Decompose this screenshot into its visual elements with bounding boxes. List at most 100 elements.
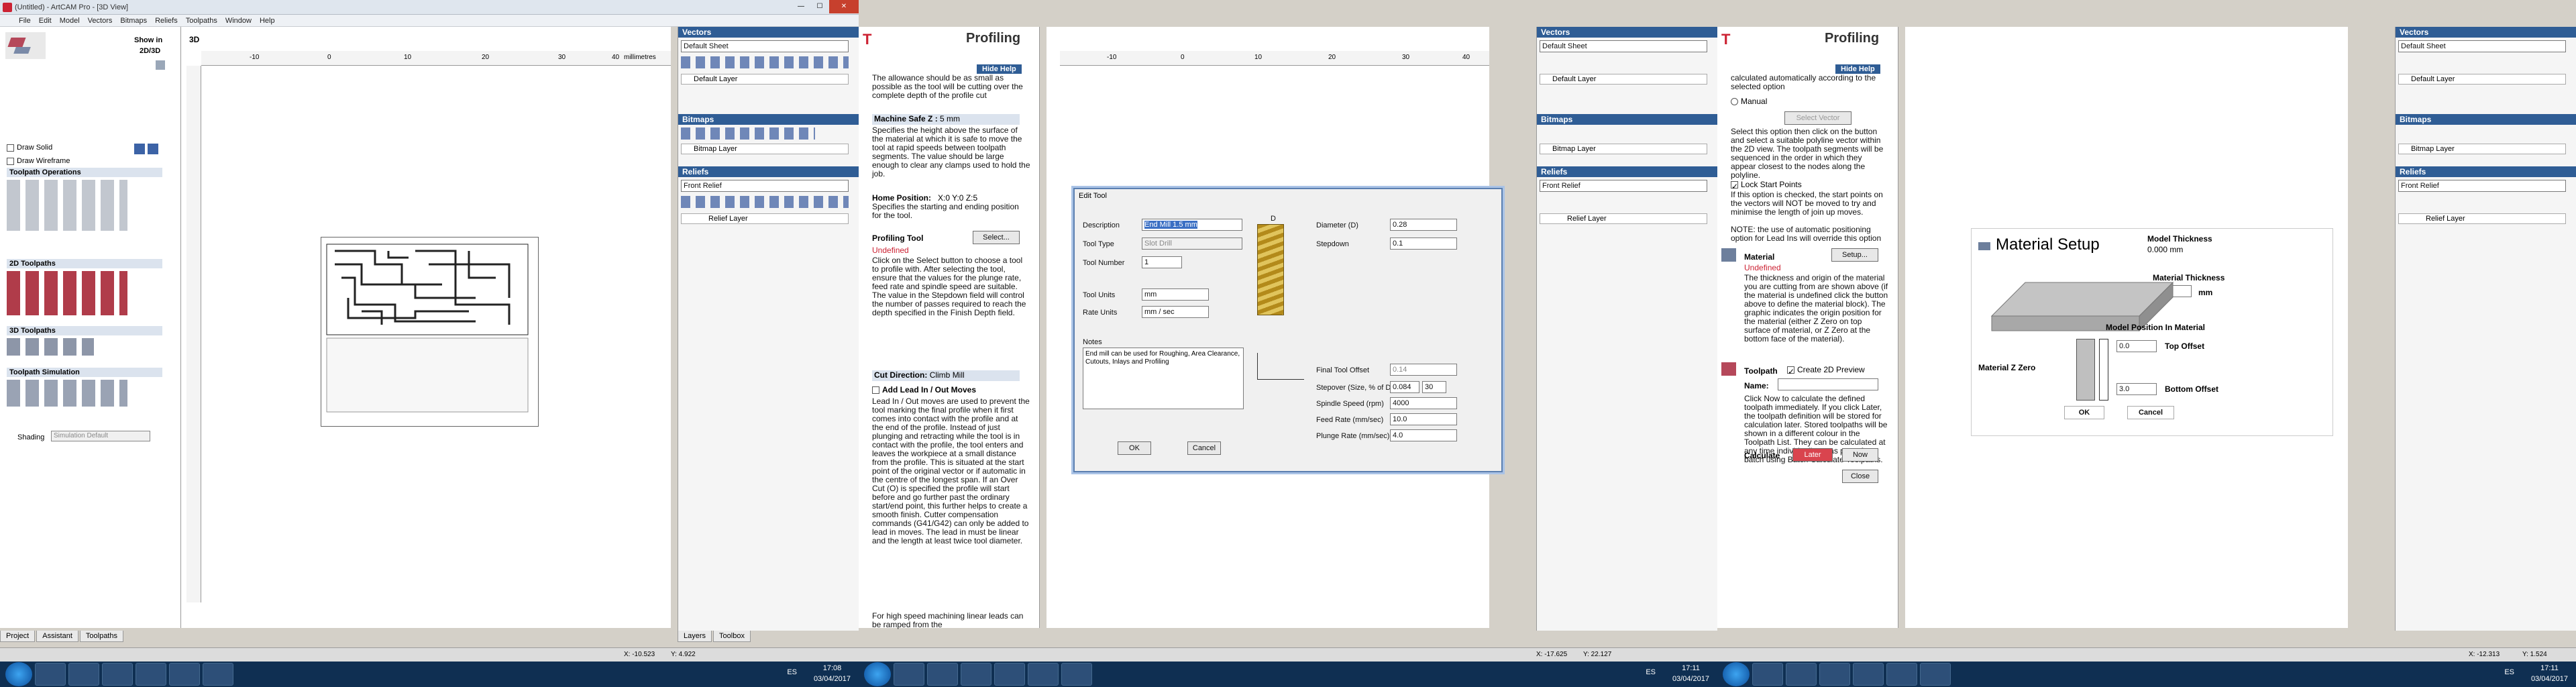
stepover-input[interactable]: 0.084	[1390, 381, 1419, 393]
language-indicator[interactable]: ES	[2504, 668, 2514, 676]
taskbar-app-icon[interactable]	[1786, 663, 1817, 686]
menu-reliefs[interactable]: Reliefs	[155, 17, 178, 25]
ok-button[interactable]: OK	[1118, 441, 1151, 455]
taskbar-app-icon[interactable]	[961, 663, 991, 686]
relief-layer-row[interactable]: Relief Layer	[2398, 213, 2566, 224]
now-button[interactable]: Now	[1842, 448, 1878, 462]
vector-layer-row[interactable]: Default Layer	[1540, 74, 1707, 85]
relief-layer-row[interactable]: Relief Layer	[1540, 213, 1707, 224]
tool-units-select[interactable]: mm	[1142, 288, 1209, 301]
toolpath-operation-icons[interactable]	[7, 180, 127, 231]
lock-start-points-option[interactable]: ✓ Lock Start Points	[1731, 180, 1802, 191]
taskbar-app-icon[interactable]	[102, 663, 133, 686]
tab-toolbox[interactable]: Toolbox	[713, 631, 751, 642]
taskbar-app-icon[interactable]	[169, 663, 200, 686]
cancel-button[interactable]: Cancel	[2127, 406, 2174, 419]
rate-units-select[interactable]: mm / sec	[1142, 306, 1209, 318]
arrow-up-icon[interactable]	[134, 144, 145, 154]
select-vector-button[interactable]: Select Vector	[1784, 111, 1851, 125]
minimize-button[interactable]: —	[792, 0, 810, 13]
model-position-slider[interactable]	[2099, 339, 2108, 401]
tab-project[interactable]: Project	[0, 631, 36, 642]
taskbar-app-icon[interactable]	[1886, 663, 1917, 686]
toolpaths-3d-icons[interactable]	[7, 338, 94, 356]
notes-textarea[interactable]: End mill can be used for Roughing, Area …	[1083, 348, 1244, 409]
cut-direction-row[interactable]: Cut Direction: Climb Mill	[872, 370, 1020, 381]
stepdown-input[interactable]: 0.1	[1390, 237, 1457, 250]
taskbar-app-icon[interactable]	[894, 663, 924, 686]
arrow-down-icon[interactable]	[148, 144, 158, 154]
tool-number-input[interactable]: 1	[1142, 256, 1182, 268]
relief-select[interactable]: Front Relief	[1540, 180, 1707, 192]
toolpaths-3d-header[interactable]: 3D Toolpaths	[7, 326, 162, 335]
taskbar-app-icon[interactable]	[136, 663, 166, 686]
draw-wireframe-option[interactable]: Draw Wireframe	[7, 157, 70, 165]
close-button[interactable]: ✕	[829, 0, 859, 13]
vector-tools-icons[interactable]	[681, 56, 849, 68]
toolpath-operations-header[interactable]: Toolpath Operations	[7, 168, 162, 177]
taskbar-clock[interactable]: 17:11 03/04/2017	[1672, 663, 1709, 684]
toolpath-simulation-icons[interactable]	[7, 380, 127, 407]
bitmap-layer-row[interactable]: Bitmap Layer	[681, 144, 849, 154]
description-input[interactable]: End Mill 1.5 mm	[1142, 219, 1242, 231]
top-offset-input[interactable]: 0.0	[2116, 340, 2157, 352]
taskbar-app-icon[interactable]	[1061, 663, 1092, 686]
tab-layers[interactable]: Layers	[678, 631, 712, 642]
taskbar-app-icon[interactable]	[1028, 663, 1059, 686]
tab-toolpaths[interactable]: Toolpaths	[79, 631, 123, 642]
manual-option[interactable]: Manual	[1731, 97, 1767, 106]
language-indicator[interactable]: ES	[787, 668, 797, 676]
draw-solid-option[interactable]: Draw Solid	[7, 144, 52, 152]
hide-help-button[interactable]: Hide Help	[1835, 64, 1880, 74]
menu-window[interactable]: Window	[225, 17, 252, 25]
feed-rate-input[interactable]: 10.0	[1390, 413, 1457, 425]
maximize-button[interactable]: ☐	[810, 0, 829, 13]
taskbar-clock[interactable]: 17:08 03/04/2017	[814, 663, 851, 684]
hide-help-button[interactable]: Hide Help	[977, 64, 1022, 74]
bottom-offset-input[interactable]: 3.0	[2116, 383, 2157, 395]
lead-in-out-option[interactable]: Add Lead In / Out Moves	[872, 385, 976, 394]
tab-assistant[interactable]: Assistant	[36, 631, 78, 642]
ok-button[interactable]: OK	[2064, 406, 2104, 419]
tool-type-select[interactable]: Slot Drill	[1142, 237, 1242, 250]
bitmap-layer-row[interactable]: Bitmap Layer	[1540, 144, 1707, 154]
diameter-input[interactable]: 0.28	[1390, 219, 1457, 231]
taskbar-app-icon[interactable]	[927, 663, 958, 686]
taskbar-app-icon[interactable]	[1819, 663, 1850, 686]
vector-layer-row[interactable]: Default Layer	[2398, 74, 2566, 85]
vector-sheet-select[interactable]: Default Sheet	[1540, 40, 1707, 52]
taskbar-app-icon[interactable]	[1920, 663, 1951, 686]
taskbar-app-icon[interactable]	[35, 663, 66, 686]
close-panel-button[interactable]: Close	[1842, 470, 1878, 483]
taskbar-app-icon[interactable]	[68, 663, 99, 686]
language-indicator[interactable]: ES	[1646, 668, 1656, 676]
close-icon[interactable]	[156, 60, 165, 70]
stepover-percent-input[interactable]: 30	[1422, 381, 1446, 393]
create-preview-option[interactable]: ✓ Create 2D Preview	[1787, 365, 1865, 376]
menu-bitmaps[interactable]: Bitmaps	[120, 17, 147, 25]
material-setup-button[interactable]: Setup...	[1831, 248, 1878, 262]
spindle-speed-input[interactable]: 4000	[1390, 397, 1457, 409]
plunge-rate-input[interactable]: 4.0	[1390, 429, 1457, 441]
menu-help[interactable]: Help	[260, 17, 275, 25]
relief-select[interactable]: Front Relief	[681, 180, 849, 192]
start-button[interactable]	[1723, 662, 1750, 686]
menu-vectors[interactable]: Vectors	[88, 17, 113, 25]
taskbar-app-icon[interactable]	[1752, 663, 1783, 686]
taskbar-app-icon[interactable]	[1853, 663, 1884, 686]
relief-select[interactable]: Front Relief	[2398, 180, 2566, 192]
menu-toolpaths[interactable]: Toolpaths	[186, 17, 217, 25]
vector-layer-row[interactable]: Default Layer	[681, 74, 849, 85]
start-button[interactable]	[864, 662, 891, 686]
pcb-layout-drawing[interactable]	[321, 237, 539, 427]
relief-layer-row[interactable]: Relief Layer	[681, 213, 849, 224]
menu-file[interactable]: File	[19, 17, 31, 25]
relief-tools-icons[interactable]	[681, 196, 849, 208]
shading-select[interactable]: Simulation Default	[51, 431, 150, 441]
toolpath-simulation-header[interactable]: Toolpath Simulation	[7, 368, 162, 377]
toolpath-wizard-icon[interactable]	[5, 32, 46, 59]
toolpaths-2d-icons[interactable]	[7, 271, 127, 315]
start-button[interactable]	[5, 662, 32, 686]
safe-z-row[interactable]: Machine Safe Z : 5 mm	[872, 114, 1020, 125]
bitmap-layer-row[interactable]: Bitmap Layer	[2398, 144, 2566, 154]
